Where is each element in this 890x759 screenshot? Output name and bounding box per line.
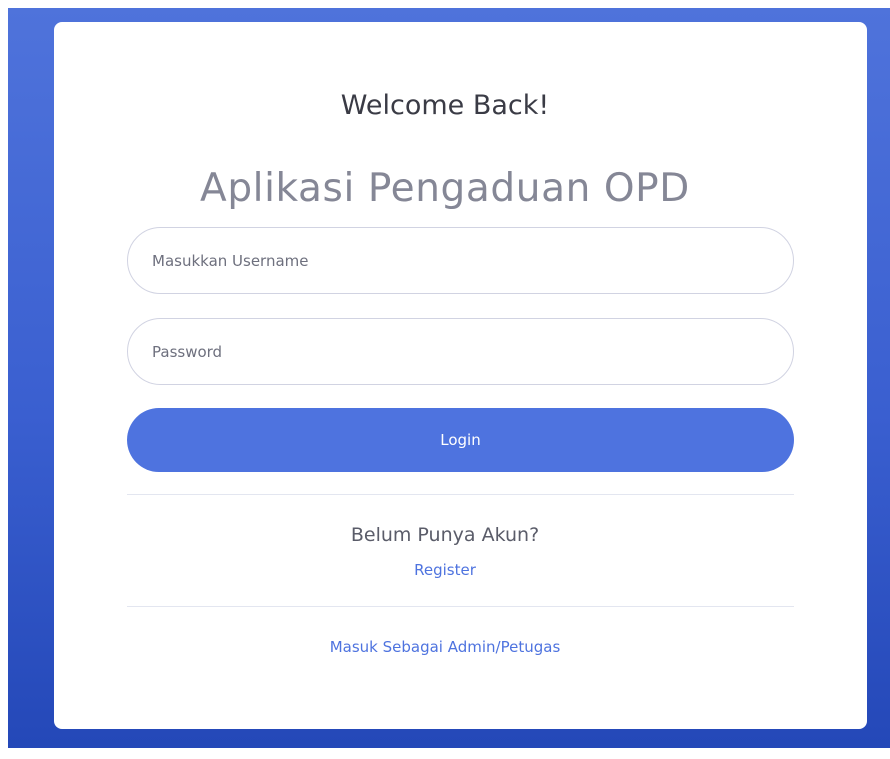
password-field[interactable]: [127, 318, 794, 385]
admin-login-link[interactable]: Masuk Sebagai Admin/Petugas: [0, 636, 890, 658]
register-link[interactable]: Register: [0, 559, 890, 581]
app-title: Aplikasi Pengaduan OPD: [200, 166, 690, 211]
username-field[interactable]: [127, 227, 794, 294]
divider: [127, 606, 794, 607]
password-input[interactable]: [152, 319, 762, 384]
divider: [127, 494, 794, 495]
login-button[interactable]: Login: [127, 408, 794, 472]
no-account-text: Belum Punya Akun?: [350, 524, 540, 546]
welcome-heading: Welcome Back!: [340, 90, 550, 121]
username-input[interactable]: [152, 228, 762, 293]
